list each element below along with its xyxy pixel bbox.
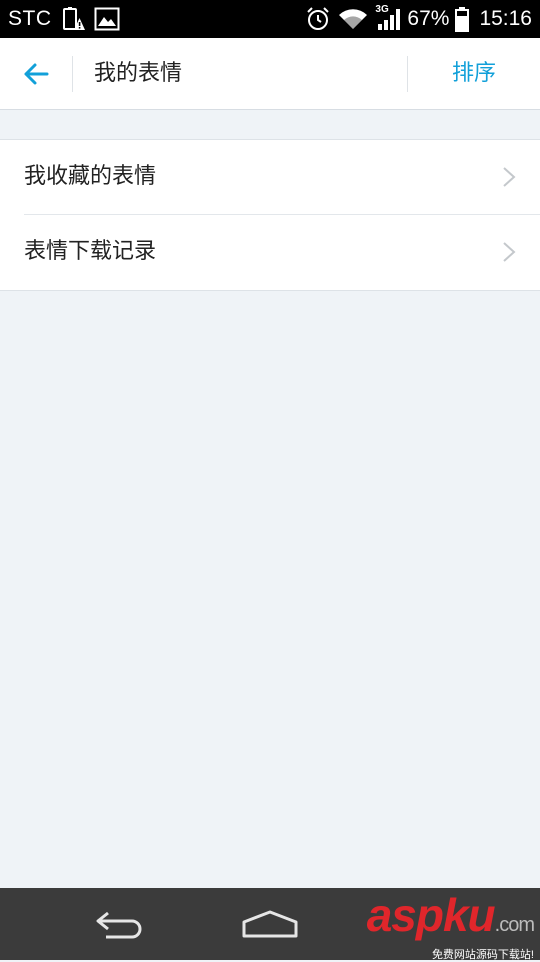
alarm-icon — [307, 7, 330, 30]
back-arrow-icon — [24, 63, 49, 85]
signal-icon — [378, 9, 401, 30]
watermark-main-text: aspku — [366, 889, 496, 941]
app-header: 我的表情 排序 — [0, 38, 540, 110]
image-icon — [94, 7, 119, 31]
nav-back-button[interactable] — [88, 904, 152, 944]
nav-back-icon — [96, 911, 142, 939]
warning-icon — [62, 7, 85, 30]
system-nav-bar: aspku.com 免费网站源码下载站! — [0, 888, 540, 962]
carrier-label: STC — [8, 7, 52, 30]
status-bar: STC 3G 67% 15:16 — [0, 0, 540, 38]
chevron-right-icon — [503, 242, 516, 262]
battery-icon — [455, 7, 470, 32]
battery-percent: 67% — [407, 7, 450, 30]
back-button[interactable] — [14, 52, 58, 96]
watermark-logo: aspku.com 免费网站源码下载站! — [366, 889, 535, 962]
watermark-suffix: .com — [494, 914, 535, 936]
page-title: 我的表情 — [94, 61, 183, 86]
sticker-menu-list: 我收藏的表情 表情下载记录 — [0, 139, 540, 291]
chevron-right-icon — [503, 167, 516, 187]
nav-home-icon — [242, 910, 298, 938]
list-item-download-history[interactable]: 表情下载记录 — [24, 214, 540, 289]
list-item-favorite-stickers[interactable]: 我收藏的表情 — [0, 140, 540, 214]
wifi-icon — [339, 9, 368, 29]
clock-time: 15:16 — [479, 7, 532, 30]
list-item-label: 我收藏的表情 — [24, 164, 157, 189]
sort-button[interactable]: 排序 — [408, 38, 540, 109]
list-item-label: 表情下载记录 — [24, 239, 157, 264]
header-divider — [72, 56, 73, 92]
nav-home-button[interactable] — [238, 904, 302, 944]
